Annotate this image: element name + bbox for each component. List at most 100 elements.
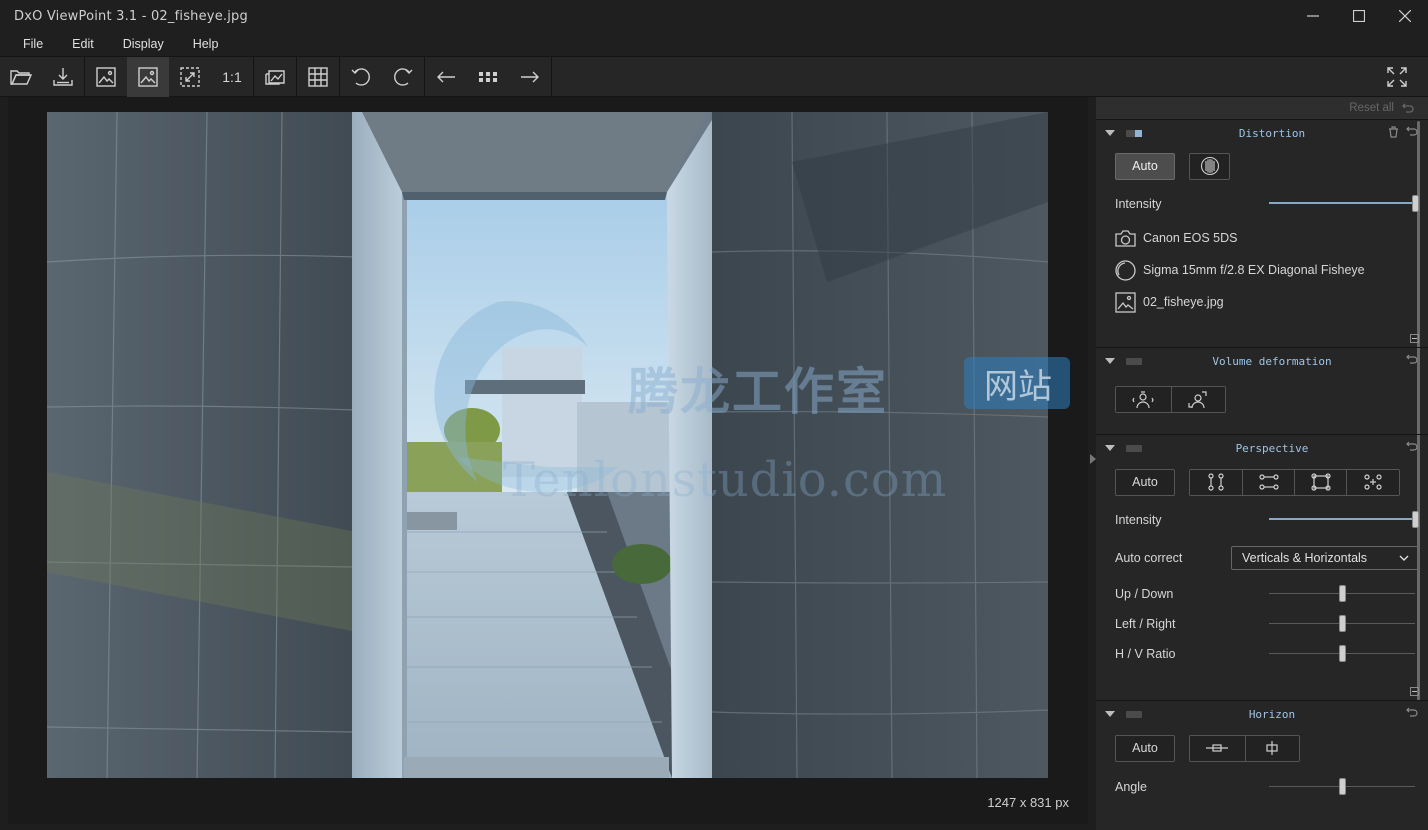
distortion-actions: [1388, 126, 1418, 138]
zoom-100-label: 1:1: [222, 68, 242, 85]
perspective-actions: [1406, 441, 1418, 451]
perspective-horizontal-button[interactable]: [1242, 469, 1294, 495]
camera-model: Canon EOS 5DS: [1143, 231, 1238, 245]
perspective-minimize-icon[interactable]: [1410, 687, 1419, 696]
auto-correct-label: Auto correct: [1115, 551, 1183, 565]
distortion-intensity-slider[interactable]: [1269, 195, 1419, 212]
distortion-fisheye-button[interactable]: [1189, 152, 1230, 180]
fit-screen-icon: [180, 66, 200, 87]
grid-button[interactable]: [297, 57, 339, 97]
reset-all-button[interactable]: Reset all: [1096, 97, 1428, 119]
corrected-view-button[interactable]: [127, 56, 169, 97]
hv-ratio-slider[interactable]: [1269, 645, 1415, 662]
perspective-body: Auto Intensity Auto correct Verticals & …: [1096, 461, 1428, 669]
rotate-left-button[interactable]: [340, 57, 382, 97]
angle-label: Angle: [1115, 780, 1147, 794]
up-down-slider[interactable]: [1269, 585, 1415, 602]
menu-edit[interactable]: Edit: [61, 37, 106, 51]
volume-header[interactable]: Volume deformation: [1096, 348, 1428, 374]
collapse-triangle-icon[interactable]: [1105, 445, 1115, 451]
undo-icon[interactable]: [1406, 126, 1418, 136]
perspective-rectangle-button[interactable]: [1294, 469, 1346, 495]
horizon-buttons: Auto: [1115, 727, 1428, 769]
open-button[interactable]: [0, 57, 42, 97]
distortion-intensity-label: Intensity: [1115, 197, 1162, 211]
collapse-triangle-icon[interactable]: [1105, 358, 1115, 364]
perspective-section: Perspective Auto Intensity Auto correct …: [1096, 434, 1428, 700]
distortion-auto-button[interactable]: Auto: [1115, 152, 1175, 180]
trash-icon[interactable]: [1388, 126, 1399, 138]
thumbnails-button[interactable]: [467, 57, 509, 97]
angle-row: Angle: [1115, 769, 1428, 805]
volume-section: Volume deformation: [1096, 347, 1428, 434]
horizon-header[interactable]: Horizon: [1096, 701, 1428, 727]
collapse-triangle-icon[interactable]: [1105, 711, 1115, 717]
angle-slider[interactable]: [1269, 778, 1415, 795]
perspective-mode-group: [1189, 468, 1400, 496]
horizon-horizontal-button[interactable]: [1190, 735, 1245, 761]
distortion-title: Distortion: [1238, 126, 1306, 140]
horizon-toggle[interactable]: [1126, 710, 1142, 718]
architecture-photo: [47, 112, 1048, 778]
fit-to-screen-button[interactable]: [169, 57, 211, 97]
left-right-slider[interactable]: [1269, 615, 1415, 632]
points-icon: [1364, 474, 1382, 490]
menu-help[interactable]: Help: [182, 37, 231, 51]
perspective-points-button[interactable]: [1346, 469, 1399, 495]
thumbnails-icon: [479, 71, 497, 82]
undo-icon[interactable]: [1406, 354, 1418, 364]
volume-cylindrical-button[interactable]: [1116, 387, 1171, 412]
horizon-section: Horizon Auto Angle: [1096, 700, 1428, 830]
maximize-button[interactable]: [1336, 0, 1382, 32]
folder-open-icon: [10, 69, 32, 85]
horizon-auto-button[interactable]: Auto: [1115, 734, 1175, 762]
perspective-vertical-button[interactable]: [1190, 469, 1242, 495]
horizon-vertical-button[interactable]: [1244, 735, 1299, 761]
minimize-button[interactable]: [1290, 0, 1336, 32]
watermark-text: 腾龙工作室: [628, 363, 888, 421]
perspective-header[interactable]: Perspective: [1096, 435, 1428, 461]
vertical-lines-icon: [1208, 473, 1224, 491]
corrections-panel: Reset all Distortion Auto Intensity Cano…: [1096, 97, 1428, 830]
up-down-label: Up / Down: [1115, 587, 1174, 601]
distortion-section: Distortion Auto Intensity Canon EOS 5DS …: [1096, 119, 1428, 347]
distortion-minimize-icon[interactable]: [1410, 334, 1419, 343]
perspective-intensity-slider[interactable]: [1269, 511, 1419, 528]
compare-button[interactable]: [254, 57, 296, 97]
distortion-toggle[interactable]: [1126, 129, 1142, 137]
minimize-icon: [1307, 15, 1319, 17]
distortion-body: Auto Intensity Canon EOS 5DS Sigma 15mm …: [1096, 146, 1428, 318]
zoom-100-button[interactable]: 1:1: [211, 57, 253, 97]
rotate-right-button[interactable]: [382, 57, 424, 97]
horizontal-lines-icon: [1258, 474, 1279, 490]
window-controls: [1290, 0, 1428, 32]
window-title: DxO ViewPoint 3.1 - 02_fisheye.jpg: [14, 8, 248, 24]
close-button[interactable]: [1382, 0, 1428, 32]
lens-row: Sigma 15mm f/2.8 EX Diagonal Fisheye: [1115, 254, 1428, 286]
camera-row: Canon EOS 5DS: [1115, 222, 1428, 254]
photo-preview[interactable]: [47, 112, 1048, 778]
original-view-button[interactable]: [85, 57, 127, 97]
collapse-triangle-icon[interactable]: [1105, 130, 1115, 136]
perspective-buttons: Auto: [1115, 461, 1428, 503]
next-image-button[interactable]: [509, 57, 551, 97]
horizontal-level-icon: [1206, 744, 1229, 752]
perspective-intensity-row: Intensity: [1115, 503, 1428, 537]
fullscreen-button[interactable]: [1376, 57, 1418, 97]
image-viewer[interactable]: 腾龙工作室 网站 Tenlonstudio.com 1247 x 831 px: [8, 97, 1088, 824]
volume-toggle[interactable]: [1126, 357, 1142, 365]
menu-file[interactable]: File: [11, 37, 55, 51]
undo-icon[interactable]: [1406, 707, 1418, 717]
perspective-toggle[interactable]: [1126, 444, 1142, 452]
watermark-badge: 网站: [984, 367, 1052, 407]
previous-image-button[interactable]: [425, 57, 467, 97]
volume-diagonal-button[interactable]: [1170, 387, 1225, 412]
perspective-auto-button[interactable]: Auto: [1115, 468, 1175, 496]
title-bar: DxO ViewPoint 3.1 - 02_fisheye.jpg: [0, 0, 1428, 32]
undo-icon[interactable]: [1406, 441, 1418, 451]
watermark-url: Tenlonstudio.com: [503, 452, 948, 508]
auto-correct-select[interactable]: Verticals & Horizontals: [1231, 546, 1419, 570]
distortion-header[interactable]: Distortion: [1096, 120, 1428, 146]
export-button[interactable]: [42, 57, 84, 97]
menu-display[interactable]: Display: [112, 37, 176, 51]
